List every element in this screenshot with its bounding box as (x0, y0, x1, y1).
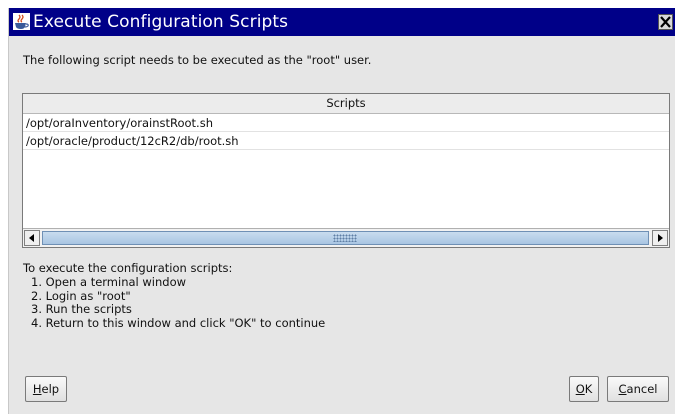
cancel-label: ancel (626, 382, 658, 396)
help-mnemonic: H (32, 382, 42, 396)
instructions: To execute the configuration scripts: 1.… (23, 261, 326, 331)
close-x-icon (660, 16, 671, 28)
scroll-thumb[interactable] (42, 231, 649, 245)
scroll-grip (333, 234, 357, 242)
table-row[interactable]: /opt/oracle/product/12cR2/db/root.sh (23, 132, 669, 150)
table-header-scripts[interactable]: Scripts (23, 94, 669, 114)
instruction-step: 1. Open a terminal window (31, 274, 187, 289)
title-bar[interactable]: Execute Configuration Scripts (9, 8, 675, 36)
table-row[interactable]: /opt/oraInventory/orainstRoot.sh (23, 114, 669, 132)
instructions-heading: To execute the configuration scripts: (23, 261, 233, 275)
help-button[interactable]: Help (25, 376, 67, 402)
arrow-left-icon (29, 234, 34, 242)
help-label: elp (41, 382, 60, 396)
ok-label: K (584, 382, 593, 396)
ok-mnemonic: O (575, 382, 585, 396)
instruction-step: 4. Return to this window and click "OK" … (31, 316, 326, 331)
horizontal-scrollbar[interactable] (23, 228, 669, 247)
scroll-right-button[interactable] (652, 230, 668, 246)
ok-button[interactable]: OK (569, 376, 599, 402)
execute-config-scripts-dialog: Execute Configuration Scripts The follow… (8, 8, 675, 414)
scroll-left-button[interactable] (24, 230, 40, 246)
cancel-button[interactable]: Cancel (607, 376, 669, 402)
java-cup-icon (13, 13, 30, 30)
scripts-table: Scripts /opt/oraInventory/orainstRoot.sh… (22, 93, 670, 248)
window-title: Execute Configuration Scripts (33, 12, 289, 32)
instruction-step: 2. Login as "root" (31, 288, 131, 303)
instruction-step: 3. Run the scripts (31, 302, 132, 317)
intro-text: The following script needs to be execute… (23, 53, 372, 67)
arrow-right-icon (658, 234, 663, 242)
close-button[interactable] (658, 14, 673, 30)
cancel-mnemonic: C (618, 382, 627, 396)
